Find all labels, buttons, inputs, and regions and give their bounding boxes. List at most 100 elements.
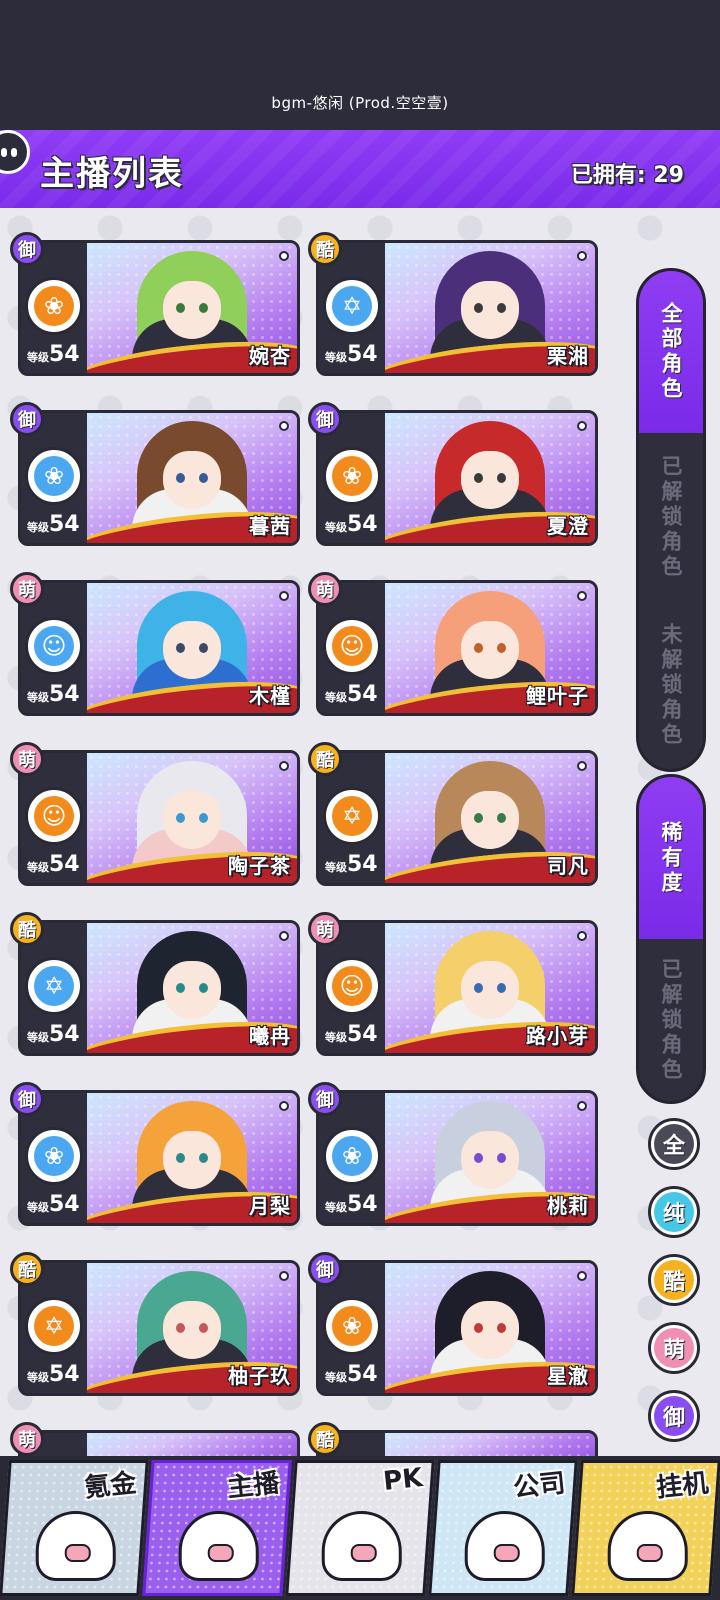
streamer-card[interactable]: 木槿 ☺ 等级54 萌 [10, 572, 300, 716]
level-label: 等级 [325, 1201, 347, 1214]
nav-tab-主播[interactable]: 主播 [142, 1460, 292, 1596]
streamer-card[interactable]: 曦冉 ✡ 等级54 酷 [10, 912, 300, 1056]
filter-option[interactable]: 稀有度 [639, 777, 703, 939]
card-corner-dot [577, 1101, 587, 1111]
level-label: 等级 [27, 1031, 49, 1044]
filter-option[interactable]: 已解锁角色 [639, 433, 703, 601]
card-frame: 木槿 ☺ 等级54 [18, 580, 300, 716]
type-filter-御[interactable]: 御 [648, 1390, 700, 1442]
streamer-card[interactable]: 月梨 ❀ 等级54 御 [10, 1082, 300, 1226]
character-portrait: 曦冉 [87, 923, 297, 1053]
portrait-eye [497, 303, 506, 313]
team-badge: ❀ [25, 447, 83, 505]
streamer-card[interactable]: 星澈 ❀ 等级54 御 [308, 1252, 598, 1396]
bottom-nav: 氪金 主播 PK 公司 挂机 [0, 1456, 720, 1600]
team-badge: ✡ [323, 277, 381, 335]
nav-tab-挂机[interactable]: 挂机 [571, 1460, 720, 1596]
level-display: 等级54 [27, 1022, 80, 1047]
portrait-face [163, 791, 221, 849]
nav-tab-氪金[interactable]: 氪金 [0, 1460, 149, 1596]
team-badge: ☺ [25, 617, 83, 675]
card-corner-dot [279, 1271, 289, 1281]
portrait-eye [497, 983, 506, 993]
streamer-name: 鲤叶子 [526, 684, 589, 708]
portrait-eye [497, 1323, 506, 1333]
level-display: 等级54 [27, 852, 80, 877]
team-badge: ✡ [25, 1297, 83, 1355]
level-label: 等级 [325, 1031, 347, 1044]
level-value: 54 [347, 1192, 378, 1217]
filter-option[interactable]: 已解锁角色 [639, 939, 703, 1101]
streamer-card[interactable]: 栗湘 ✡ 等级54 酷 [308, 232, 598, 376]
character-portrait: 司凡 [385, 753, 595, 883]
streamer-name: 星澈 [547, 1364, 589, 1388]
type-filter-label: 全 [654, 1124, 694, 1164]
card-frame: 陶子茶 ☺ 等级54 [18, 750, 300, 886]
mascot-icon [35, 1511, 116, 1581]
portrait-eye [176, 643, 185, 653]
type-badge: 御 [10, 232, 44, 266]
card-frame: 司凡 ✡ 等级54 [316, 750, 598, 886]
streamer-card[interactable]: 司凡 ✡ 等级54 酷 [308, 742, 598, 886]
team-badge: ❀ [323, 1297, 381, 1355]
streamer-name: 栗湘 [547, 344, 589, 368]
portrait-eye [199, 643, 208, 653]
portrait-face [461, 281, 519, 339]
portrait-eye [474, 1323, 483, 1333]
streamer-card[interactable]: 婉杏 ❀ 等级54 御 [10, 232, 300, 376]
nav-tab-label: 挂机 [654, 1468, 710, 1504]
level-value: 54 [347, 512, 378, 537]
streamer-name: 路小芽 [526, 1024, 589, 1048]
level-value: 54 [49, 512, 80, 537]
mascot-icon [607, 1511, 688, 1581]
level-value: 54 [347, 1022, 378, 1047]
type-filter-酷[interactable]: 酷 [648, 1254, 700, 1306]
streamer-name: 陶子茶 [228, 854, 291, 878]
streamer-card[interactable]: 路小芽 ☺ 等级54 萌 [308, 912, 598, 1056]
portrait-eye [497, 1153, 506, 1163]
streamer-card[interactable]: 鲤叶子 ☺ 等级54 萌 [308, 572, 598, 716]
level-label: 等级 [27, 521, 49, 534]
streamer-card[interactable]: 桃莉 ❀ 等级54 御 [308, 1082, 598, 1226]
level-value: 54 [347, 342, 378, 367]
streamer-card[interactable]: 柚子玖 ✡ 等级54 酷 [10, 1252, 300, 1396]
level-label: 等级 [27, 351, 49, 364]
portrait-face [461, 1131, 519, 1189]
streamer-card[interactable]: 暮茜 ❀ 等级54 御 [10, 402, 300, 546]
level-display: 等级54 [325, 1362, 378, 1387]
team-badge: ✡ [25, 957, 83, 1015]
cat-icon: ☺ [34, 796, 74, 836]
nav-tab-PK[interactable]: PK [285, 1460, 435, 1596]
filter-option[interactable]: 全部角色 [639, 271, 703, 433]
type-badge: 御 [308, 1082, 342, 1116]
streamer-name: 柚子玖 [228, 1364, 291, 1388]
ghost-icon[interactable] [0, 130, 30, 174]
level-value: 54 [347, 1362, 378, 1387]
streamer-card[interactable]: 夏澄 ❀ 等级54 御 [308, 402, 598, 546]
type-filter-label: 御 [654, 1396, 694, 1436]
filter-option[interactable]: 未解锁角色 [639, 601, 703, 769]
nav-tab-公司[interactable]: 公司 [428, 1460, 578, 1596]
card-corner-dot [577, 761, 587, 771]
owned-count: 已拥有: 29 [570, 163, 684, 188]
level-display: 等级54 [325, 1022, 378, 1047]
character-portrait: 栗湘 [385, 243, 595, 373]
type-badge: 萌 [10, 742, 44, 776]
character-portrait: 鲤叶子 [385, 583, 595, 713]
card-frame: 婉杏 ❀ 等级54 [18, 240, 300, 376]
level-display: 等级54 [325, 342, 378, 367]
portrait-eye [497, 643, 506, 653]
level-label: 等级 [325, 691, 347, 704]
type-filter-纯[interactable]: 纯 [648, 1186, 700, 1238]
type-badge: 酷 [308, 232, 342, 266]
character-portrait: 路小芽 [385, 923, 595, 1053]
type-filter-萌[interactable]: 萌 [648, 1322, 700, 1374]
portrait-face [461, 961, 519, 1019]
type-filter-全[interactable]: 全 [648, 1118, 700, 1170]
nav-tab-label: 氪金 [82, 1468, 138, 1504]
portrait-eye [199, 813, 208, 823]
portrait-face [163, 1301, 221, 1359]
portrait-face [461, 451, 519, 509]
streamer-card[interactable]: 陶子茶 ☺ 等级54 萌 [10, 742, 300, 886]
character-portrait: 桃莉 [385, 1093, 595, 1223]
